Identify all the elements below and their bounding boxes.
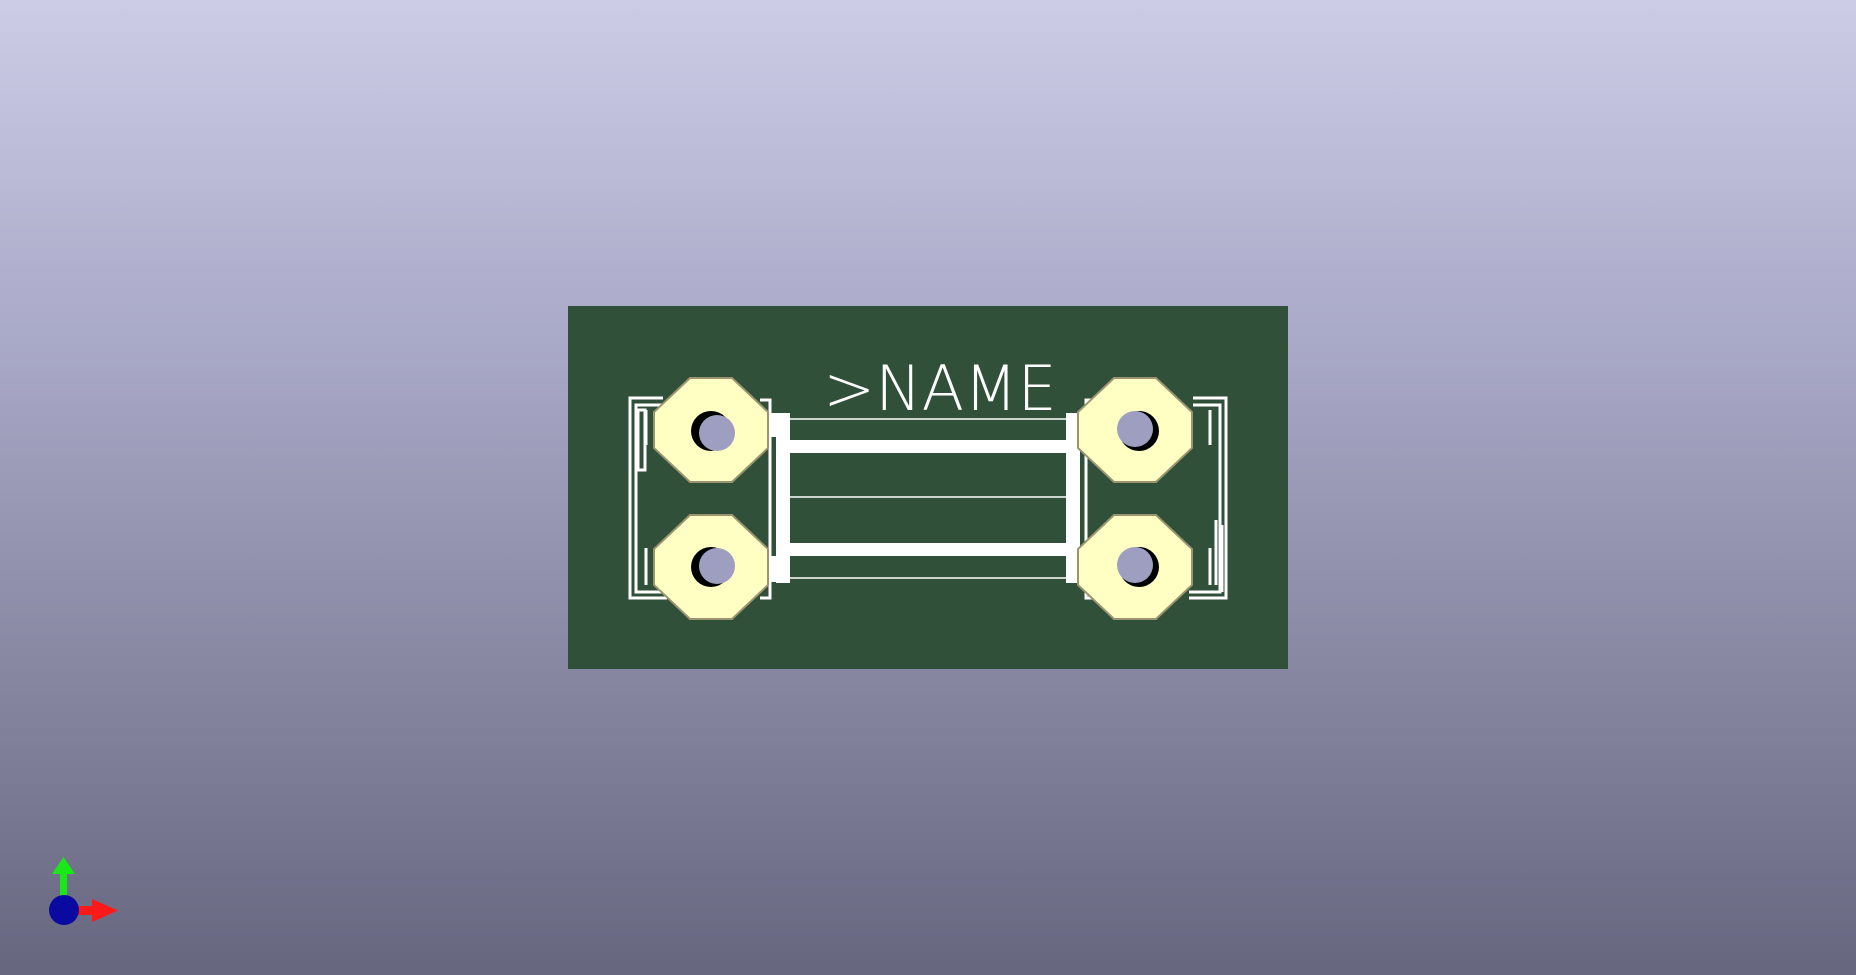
3d-viewport[interactable]: >NAME	[0, 0, 1856, 975]
pcb-render[interactable]: >NAME	[0, 0, 1856, 975]
origin-dot-icon	[49, 895, 79, 925]
pcb-name-label: >NAME	[823, 352, 1056, 425]
axis-gizmo	[49, 857, 118, 925]
